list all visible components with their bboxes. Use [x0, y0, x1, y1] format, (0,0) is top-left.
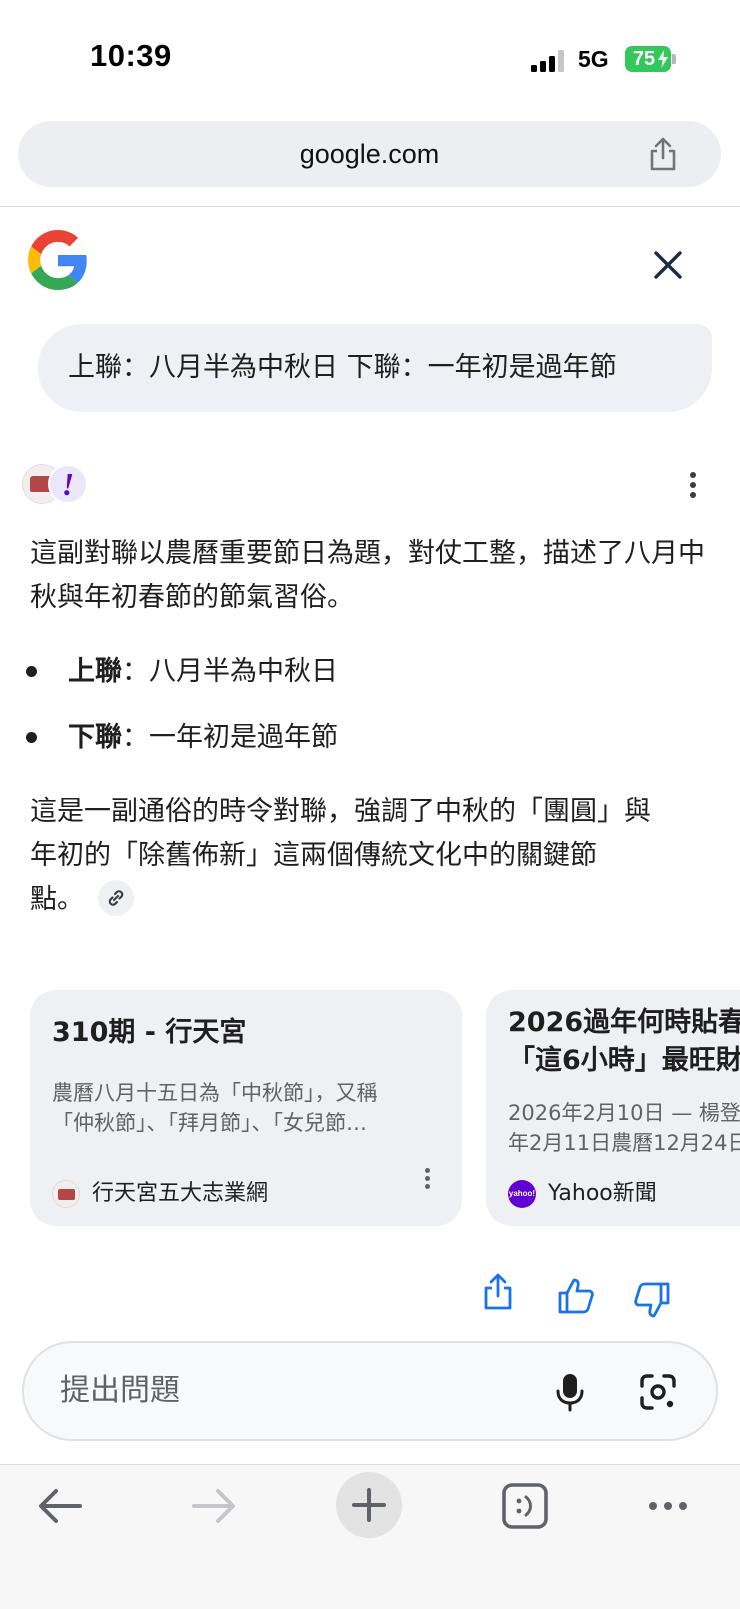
card-source-name: Yahoo新聞 — [548, 1181, 657, 1206]
card-more-icon[interactable] — [423, 1166, 433, 1192]
google-logo — [28, 230, 87, 290]
source-card[interactable]: 310期 - 行天宮 農曆八月十五日為「中秋節」，又稱 「仲秋節」、「拜月節」、… — [30, 990, 462, 1226]
source-card[interactable]: 2026過年何時貼春 「這6小時」最旺財 2026年2月10日 — 楊登 年2月… — [486, 990, 740, 1226]
battery-icon: 75 — [625, 46, 671, 72]
card-snippet: 「仲秋節」、「拜月節」、「女兒節… — [52, 1111, 367, 1135]
source-avatars[interactable]: ! — [22, 464, 92, 504]
address-bar[interactable]: google.com — [18, 121, 721, 187]
query-text: 上聯：八月半為中秋日 下聯：一年初是過年節 — [68, 352, 617, 383]
new-tab-button[interactable] — [336, 1472, 402, 1538]
ask-placeholder: 提出問題 — [60, 1373, 180, 1408]
plus-icon — [352, 1488, 386, 1522]
bullet-separator: ： — [122, 722, 149, 753]
bullet-text: 八月半為中秋日 — [149, 656, 338, 687]
card-title: 310期 - 行天宮 — [52, 1017, 247, 1048]
share-icon[interactable] — [478, 1272, 518, 1312]
card-title: 「這6小時」最旺財 — [508, 1045, 740, 1076]
tabs-icon[interactable] — [499, 1480, 551, 1532]
divider — [0, 206, 740, 207]
network-type: 5G — [578, 46, 609, 72]
link-icon[interactable] — [98, 879, 134, 916]
bullet-separator: ： — [122, 656, 149, 687]
forward-icon[interactable] — [188, 1480, 240, 1532]
query-bubble: 上聯：八月半為中秋日 下聯：一年初是過年節 — [38, 324, 712, 412]
summary-line-last: 點。 — [30, 878, 710, 922]
url-domain: google.com — [299, 139, 440, 169]
summary-line: 點。 — [30, 884, 84, 915]
card-snippet: 年2月11日農曆12月24日 — [508, 1131, 740, 1155]
bullet-label: 下聯 — [68, 722, 122, 753]
lens-icon[interactable] — [638, 1372, 678, 1412]
mic-icon[interactable] — [553, 1372, 587, 1412]
status-time: 10:39 — [90, 38, 172, 73]
answer-summary: 這是一副通俗的時令對聯，強調了中秋的「團圓」與 年初的「除舊佈新」這兩個傳統文化… — [30, 790, 710, 922]
bullet-label: 上聯 — [68, 656, 122, 687]
answer-intro: 這副對聯以農曆重要節日為題，對仗工整，描述了八月中秋與年初春節的節氣習俗。 — [30, 538, 705, 613]
thumbs-down-icon[interactable] — [632, 1280, 672, 1320]
temple-favicon — [52, 1180, 80, 1208]
battery-nub — [672, 54, 676, 64]
card-snippet: 農曆八月十五日為「中秋節」，又稱 — [52, 1081, 378, 1105]
bullet-text: 一年初是過年節 — [149, 722, 338, 753]
card-title: 2026過年何時貼春 — [508, 1007, 740, 1038]
card-source-name: 行天宮五大志業網 — [92, 1181, 269, 1206]
bullet-dot — [26, 666, 37, 677]
yahoo-avatar: ! — [48, 464, 88, 504]
back-icon[interactable] — [34, 1480, 86, 1532]
bullet-dot — [26, 732, 37, 743]
yahoo-favicon: yahoo! — [508, 1180, 536, 1208]
signal-icon — [531, 50, 567, 72]
summary-line: 這是一副通俗的時令對聯，強調了中秋的「團圓」與 — [30, 796, 651, 827]
close-icon[interactable] — [648, 245, 688, 285]
summary-line: 年初的「除舊佈新」這兩個傳統文化中的關鍵節 — [30, 840, 597, 871]
card-snippet: 2026年2月10日 — 楊登 — [508, 1101, 740, 1125]
status-bar: 10:39 5G 75 — [0, 0, 740, 110]
thumbs-up-icon[interactable] — [556, 1276, 596, 1316]
share-icon[interactable] — [645, 136, 681, 172]
more-options-icon[interactable] — [688, 470, 698, 500]
ask-input[interactable]: 提出問題 — [22, 1341, 718, 1441]
menu-dots-icon[interactable] — [642, 1480, 694, 1532]
